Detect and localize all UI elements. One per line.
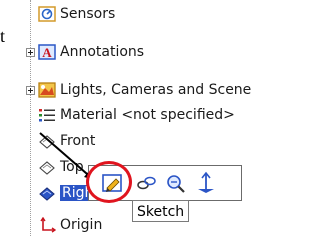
plane-icon — [39, 187, 55, 201]
highlight-circle — [86, 161, 132, 203]
tree-item-label: Top — [60, 159, 84, 175]
lights-cameras-icon — [38, 82, 56, 98]
tree-item-material[interactable]: Material <not specified> — [38, 104, 235, 126]
expand-lights-icon[interactable] — [26, 86, 35, 95]
normal-to-icon[interactable] — [195, 171, 217, 195]
sensors-icon — [38, 6, 56, 22]
annotations-icon: A — [38, 44, 56, 60]
zoom-icon[interactable] — [165, 171, 187, 195]
tooltip: Sketch — [132, 200, 190, 222]
tree-item-label: Annotations — [60, 44, 145, 60]
expand-annotations-icon[interactable] — [26, 48, 35, 57]
tree-item-top-plane[interactable]: Top — [38, 156, 84, 178]
tree-item-sensors[interactable]: Sensors — [38, 3, 115, 25]
tree-item-origin[interactable]: Origin — [38, 214, 102, 236]
tree-item-front-plane[interactable]: Front — [38, 130, 95, 152]
tree-item-label: Sensors — [60, 6, 116, 22]
link-icon[interactable] — [135, 171, 157, 195]
plane-icon — [39, 135, 55, 149]
svg-text:A: A — [42, 45, 52, 60]
document-text-fragment: t — [0, 26, 6, 46]
tree-item-annotations[interactable]: A Annotations — [38, 41, 144, 63]
plane-icon — [39, 161, 55, 175]
tree-item-label: Material <not specified> — [60, 107, 235, 123]
origin-icon — [40, 217, 56, 233]
tree-item-label: Lights, Cameras and Scene — [60, 82, 252, 98]
tree-item-label: Origin — [60, 217, 103, 233]
tree-item-label: Front — [60, 133, 96, 149]
tree-guide-line — [30, 0, 31, 236]
tree-item-lights-cameras[interactable]: Lights, Cameras and Scene — [38, 79, 251, 101]
material-icon — [39, 109, 55, 122]
